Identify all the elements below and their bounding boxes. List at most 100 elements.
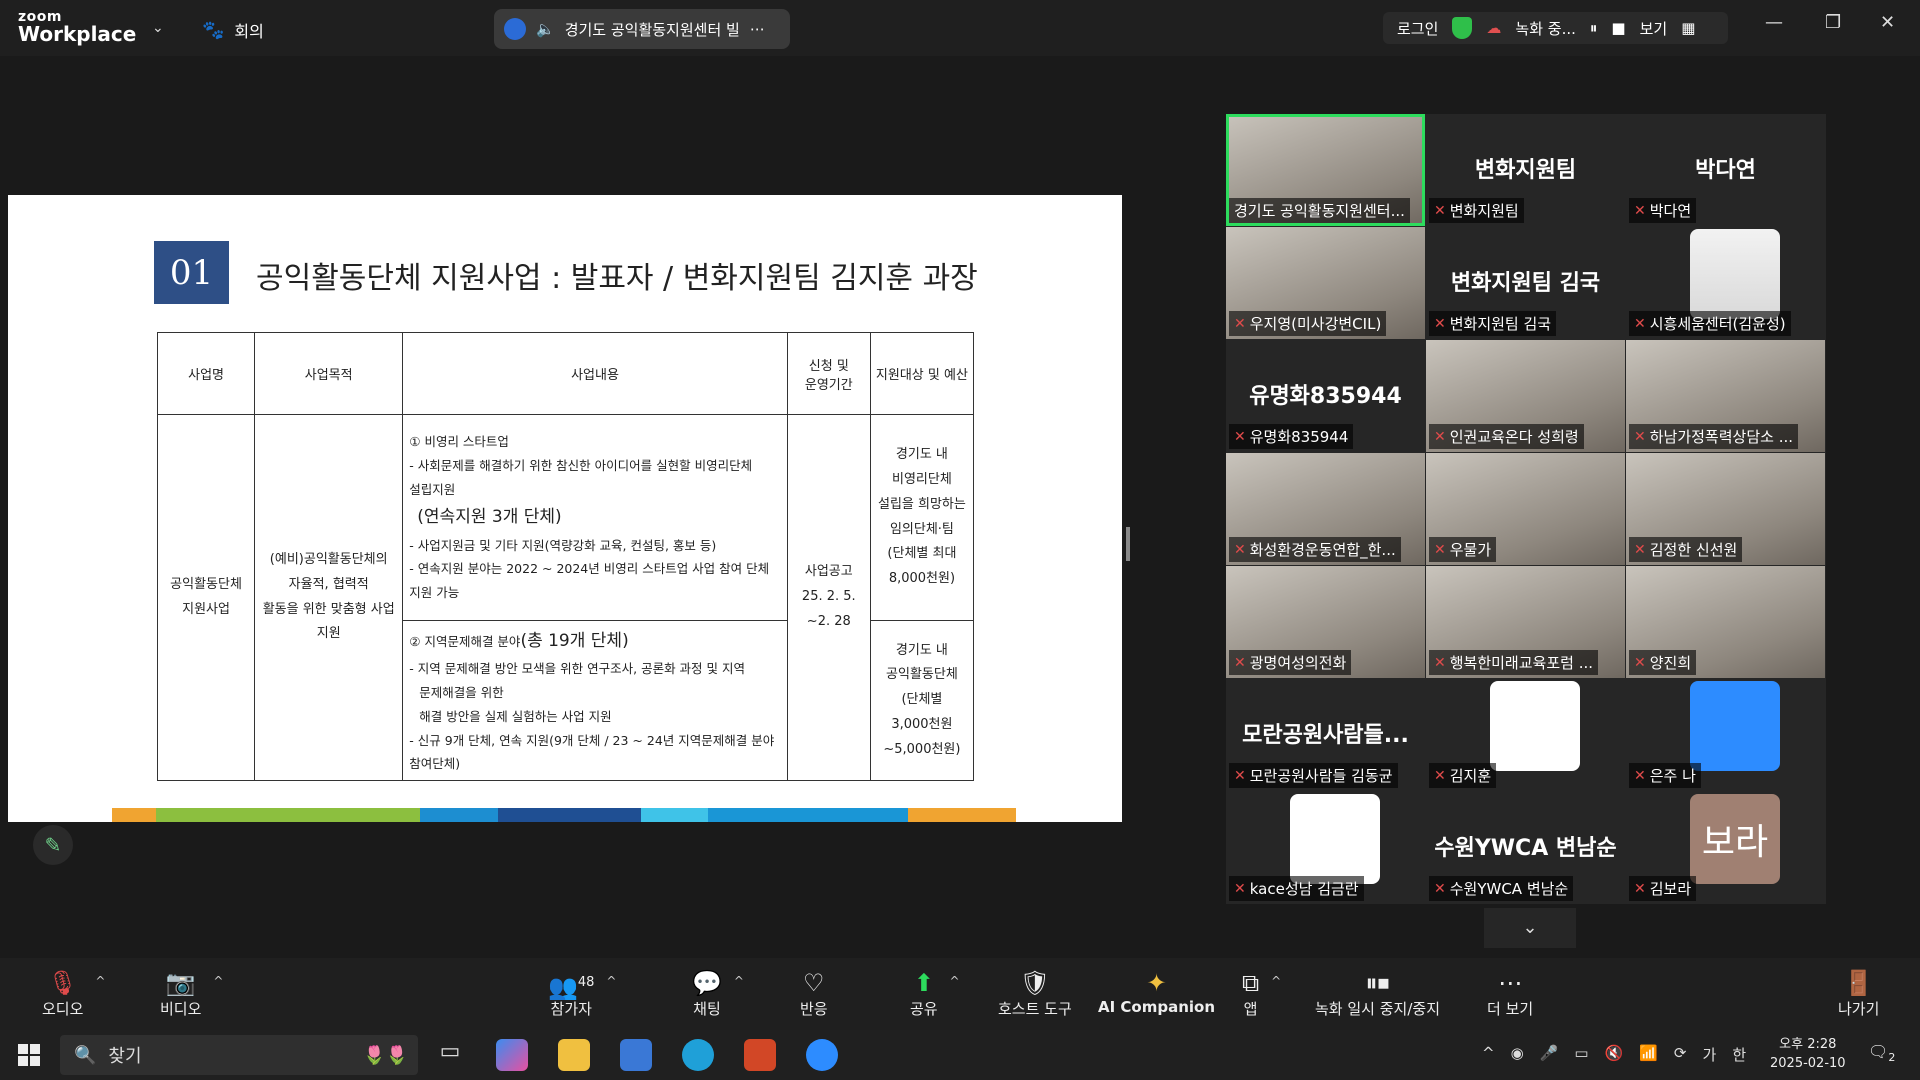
mic-muted-icon: ✕	[1434, 202, 1446, 219]
meeting-title-chip[interactable]: 🔈 경기도 공익활동지원센터 빌 ⋯	[494, 9, 790, 49]
participant-tile[interactable]: ✕ 김지훈	[1426, 679, 1625, 791]
task-view-icon[interactable]: ▭	[434, 1039, 466, 1071]
participant-tile[interactable]: 모란공원사람들... ✕ 모란공원사람들 김동균	[1226, 679, 1425, 791]
tulip-decoration-icon: 🌷🌷	[363, 1044, 408, 1066]
file-explorer-icon[interactable]	[558, 1039, 590, 1071]
more-icon: ⋯	[1498, 969, 1523, 997]
login-button[interactable]: 로그인	[1397, 18, 1438, 39]
participant-tile[interactable]: ✕ 양진희	[1626, 566, 1825, 678]
participant-tile[interactable]: 유명화835944 ✕ 유명화835944	[1226, 340, 1425, 452]
apps-label: 앱	[1243, 1000, 1258, 1018]
participant-avatar	[1690, 229, 1780, 319]
caret-up-icon[interactable]: ^	[606, 974, 616, 988]
host-tools-button[interactable]: 🛡 호스트 도구	[998, 968, 1072, 1019]
caret-up-icon[interactable]: ^	[1271, 974, 1281, 988]
copilot-icon[interactable]	[496, 1039, 528, 1071]
recording-status[interactable]: 녹화 중...	[1515, 18, 1575, 39]
clock-time: 오후 2:28	[1779, 1037, 1837, 1052]
tray-chevron-icon[interactable]: ^	[1482, 1044, 1495, 1065]
zoom-taskbar-icon[interactable]	[806, 1039, 838, 1071]
restore-icon[interactable]: ❐	[1825, 12, 1841, 33]
participant-avatar	[1490, 681, 1580, 771]
scroll-down-chevron-icon[interactable]: ⌄	[1484, 908, 1576, 948]
participant-tile[interactable]: 경기도 공익활동지원센터...	[1226, 114, 1425, 226]
edge-icon[interactable]	[682, 1039, 714, 1071]
volume-muted-icon[interactable]: 🔇	[1605, 1044, 1624, 1065]
powerpoint-icon[interactable]	[744, 1039, 776, 1071]
mic-muted-icon: ✕	[1234, 315, 1246, 332]
participant-tile[interactable]: 수원YWCA 변남순 ✕ 수원YWCA 변남순	[1426, 792, 1625, 904]
leave-button[interactable]: 🚪 나가기	[1838, 968, 1879, 1019]
taskbar-search[interactable]: 🔍 찾기 🌷🌷	[60, 1035, 418, 1075]
ai-companion-button[interactable]: ✦ AI Companion	[1098, 968, 1215, 1016]
stop-icon[interactable]: ■	[1611, 19, 1625, 37]
participants-button[interactable]: 👥48 참가자 ^	[548, 968, 616, 1019]
caret-up-icon[interactable]: ^	[95, 974, 105, 988]
mic-muted-icon: ✕	[1234, 654, 1246, 671]
participant-tile[interactable]: ✕ 하남가정폭력상담소 ...	[1626, 340, 1825, 452]
chat-button[interactable]: 💬 채팅 ^	[692, 968, 744, 1019]
more-icon[interactable]: ⋯	[750, 20, 765, 38]
audio-button[interactable]: 🎙 오디오 ^	[42, 968, 105, 1019]
content-1-line: - 연속지원 분야는 2022 ~ 2024년 비영리 스타트업 사업 참여 단…	[409, 561, 770, 601]
close-icon[interactable]: ✕	[1880, 12, 1895, 33]
top-right-controls: 로그인 ☁ 녹화 중... ⏸ ■ 보기 ▦	[1383, 12, 1728, 44]
panel-resize-handle[interactable]	[1126, 527, 1130, 561]
meetings-tab[interactable]: 🐾 회의	[202, 18, 264, 42]
record-pause-button[interactable]: ⏸⏹ 녹화 일시 중지/중지	[1315, 968, 1440, 1019]
participant-tile[interactable]: 박다연 ✕ 박다연	[1626, 114, 1825, 226]
mic-tray-icon[interactable]: 🎤	[1540, 1044, 1559, 1065]
store-icon[interactable]	[620, 1039, 652, 1071]
participant-name: 하남가정폭력상담소 ...	[1649, 428, 1794, 446]
battery-icon[interactable]: ▭	[1574, 1044, 1588, 1065]
participant-tile[interactable]: ✕ 김정한 신선원	[1626, 453, 1825, 565]
security-shield-icon[interactable]	[1452, 17, 1473, 39]
apps-button[interactable]: ⧉ 앱 ^	[1242, 968, 1281, 1019]
annotate-pencil-icon[interactable]: ✎	[33, 825, 73, 865]
camera-tray-icon[interactable]: ◉	[1511, 1044, 1524, 1065]
participant-tile[interactable]: ✕ 시흥세움센터(김윤성)	[1626, 227, 1825, 339]
mic-muted-icon: ✕	[1434, 315, 1446, 332]
participant-name: 광명여성의전화	[1249, 654, 1347, 672]
clock[interactable]: 오후 2:28 2025-02-10	[1770, 1035, 1846, 1073]
grid-view-icon[interactable]: ▦	[1681, 19, 1695, 37]
caret-up-icon[interactable]: ^	[734, 974, 744, 988]
more-button[interactable]: ⋯ 더 보기	[1487, 968, 1533, 1019]
video-off-icon: 📷	[165, 969, 196, 997]
meeting-toolbar: 🎙 오디오 ^ 📷 비디오 ^ 👥48 참가자 ^ 💬 채팅 ^ ♡ 반응 ⬆ 공유 ^ 🛡 호스트 도…	[0, 958, 1920, 1030]
zoom-logo[interactable]: zoom Workplace	[18, 10, 136, 44]
participant-tile[interactable]: 보라 ✕ 김보라	[1626, 792, 1825, 904]
participant-tile[interactable]: ✕ 광명여성의전화	[1226, 566, 1425, 678]
participant-display-name: 변화지원팀 김국	[1450, 271, 1601, 296]
minimize-icon[interactable]: —	[1765, 12, 1783, 33]
reactions-button[interactable]: ♡ 반응	[800, 968, 828, 1019]
header-content: 사업내용	[402, 332, 788, 415]
participant-tile[interactable]: ✕ 은주 나	[1626, 679, 1825, 791]
shield-icon: 🛡	[1019, 969, 1051, 997]
video-button[interactable]: 📷 비디오 ^	[160, 968, 223, 1019]
mic-muted-icon: ✕	[1634, 880, 1646, 897]
notification-center[interactable]: 🗨2	[1868, 1042, 1895, 1064]
participant-tile[interactable]: ✕ 인권교육온다 성희령	[1426, 340, 1625, 452]
sync-icon[interactable]: ⟳	[1674, 1044, 1687, 1065]
participant-tile[interactable]: ✕ 화성환경운동연합_한...	[1226, 453, 1425, 565]
caret-up-icon[interactable]: ^	[213, 974, 223, 988]
participant-tile[interactable]: ✕ 행복한미래교육포럼 ...	[1426, 566, 1625, 678]
participant-tile[interactable]: ✕ 우물가	[1426, 453, 1625, 565]
participant-tile[interactable]: 변화지원팀 ✕ 변화지원팀	[1426, 114, 1625, 226]
ime-mode[interactable]: 가	[1703, 1044, 1717, 1065]
chevron-down-icon[interactable]: ⌄	[152, 20, 164, 36]
ime-language[interactable]: 한	[1732, 1044, 1746, 1065]
mic-muted-icon: ✕	[1634, 202, 1646, 219]
view-button[interactable]: 보기	[1640, 18, 1668, 39]
participant-tile[interactable]: 변화지원팀 김국 ✕ 변화지원팀 김국	[1426, 227, 1625, 339]
brand-bottom: Workplace	[18, 22, 137, 46]
share-button[interactable]: ⬆ 공유 ^	[910, 968, 960, 1019]
participant-name: 시흥세움센터(김윤성)	[1649, 315, 1786, 333]
wifi-icon[interactable]: 📶	[1639, 1044, 1658, 1065]
caret-up-icon[interactable]: ^	[950, 974, 960, 988]
windows-start-icon[interactable]	[18, 1044, 40, 1066]
pause-icon[interactable]: ⏸	[1590, 19, 1598, 37]
participant-tile[interactable]: ✕ kace성남 김금란	[1226, 792, 1425, 904]
participant-tile[interactable]: ✕ 우지영(미사강변CIL)	[1226, 227, 1425, 339]
